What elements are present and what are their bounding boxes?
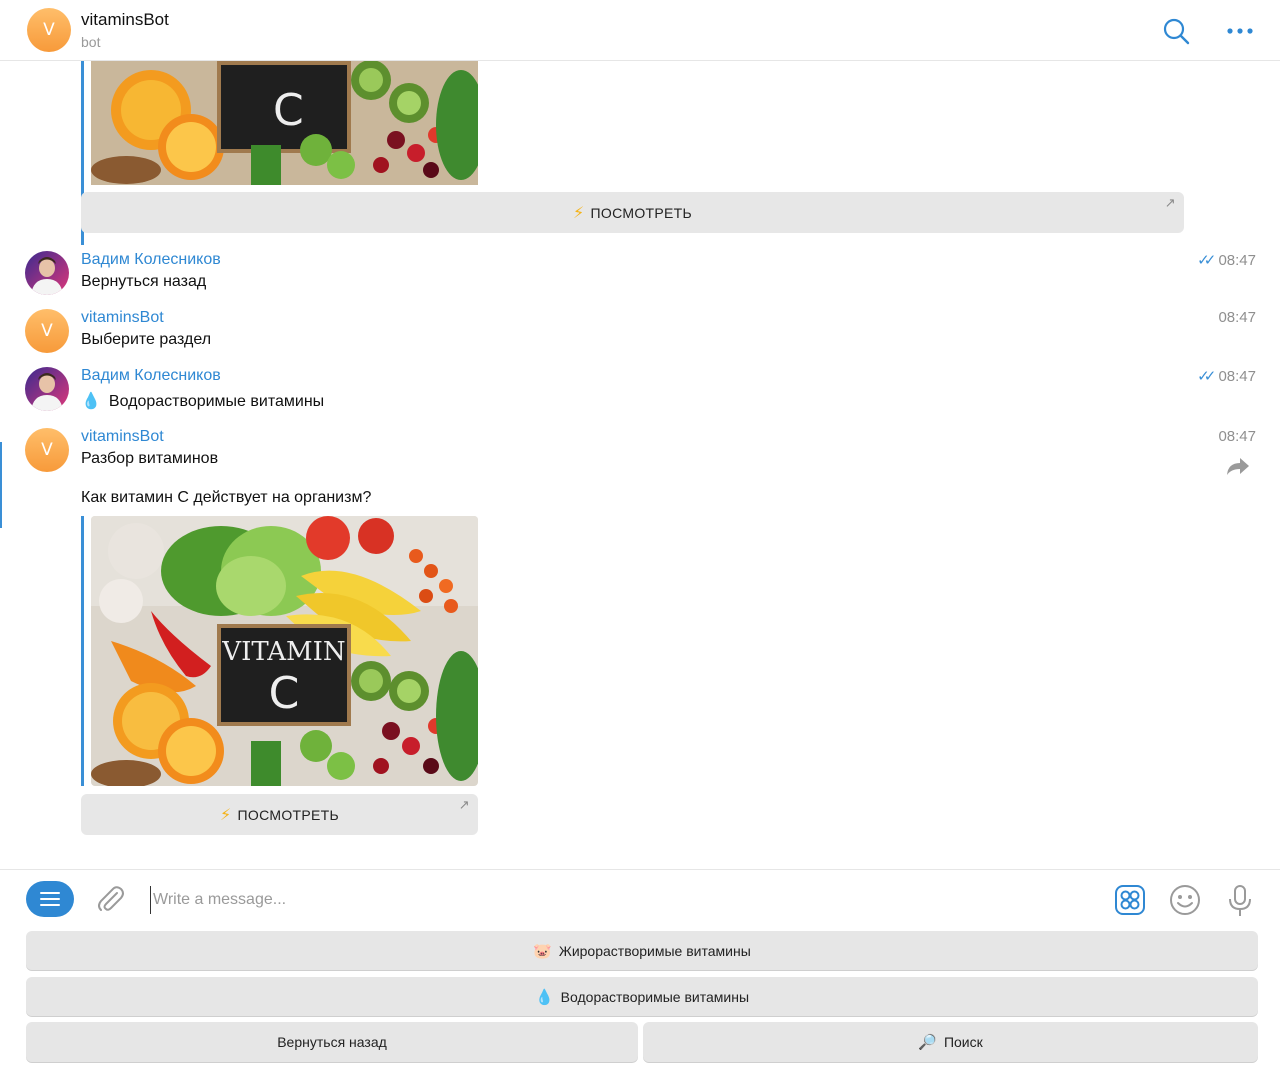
keyboard-button-label: Вернуться назад (277, 1034, 387, 1050)
emoji-icon[interactable] (1169, 884, 1201, 921)
message-time: 08:47 (1218, 428, 1256, 445)
view-button-label: ПОСМОТРЕТЬ (590, 204, 692, 221)
view-button[interactable]: ⚡ ПОСМОТРЕТЬ ↗ (81, 794, 478, 835)
message-text: Как витамин С действует на организм? (81, 489, 372, 506)
message-time: ✓✓ 08:47 (1197, 368, 1256, 385)
keyboard-button-water-soluble[interactable]: 💧 Водорастворимые витамины (26, 977, 1258, 1016)
open-link-icon: ↗ (1164, 195, 1176, 210)
message-input[interactable] (150, 886, 1050, 914)
search-icon[interactable] (1159, 14, 1193, 48)
vitamin-letter: C (269, 668, 300, 719)
sender-name[interactable]: Вадим Колесников (81, 251, 221, 269)
message-text: Разбор витаминов (81, 450, 219, 467)
vitamin-c-photo[interactable]: VITAMIN C (91, 516, 478, 786)
magnifier-icon: 🔎 (918, 1034, 937, 1051)
view-button[interactable]: ⚡ ПОСМОТРЕТЬ ↗ (81, 192, 1184, 233)
forward-icon[interactable] (1226, 456, 1250, 481)
message-time: ✓✓ 08:47 (1197, 252, 1256, 269)
scroll-marker (0, 442, 2, 528)
message-list[interactable]: C ⚡ ПОСМОТРЕТЬ ↗ Вадим Колесников Вернут… (0, 61, 1280, 869)
paperclip-icon[interactable] (95, 884, 125, 919)
svg-text:C: C (273, 85, 304, 136)
lightning-icon: ⚡ (573, 204, 585, 222)
user-avatar[interactable] (25, 251, 69, 295)
bot-avatar[interactable]: V (25, 309, 69, 353)
more-icon[interactable] (1223, 14, 1257, 48)
message-text: Вернуться назад (81, 273, 207, 290)
user-avatar[interactable] (25, 367, 69, 411)
sender-name[interactable]: vitaminsBot (81, 428, 164, 446)
chat-header: V vitaminsBot bot (0, 0, 1280, 61)
keyboard-button-back[interactable]: Вернуться назад (26, 1022, 638, 1062)
lightning-icon: ⚡ (220, 806, 232, 824)
bot-avatar[interactable]: V (25, 428, 69, 472)
keyboard-button-fat-soluble[interactable]: 🐷 Жирорастворимые витамины (26, 931, 1258, 970)
open-link-icon: ↗ (458, 797, 470, 812)
chat-subtitle: bot (81, 34, 101, 50)
message-time: 08:47 (1218, 309, 1256, 326)
sender-name[interactable]: Вадим Колесников (81, 367, 221, 385)
view-button-label: ПОСМОТРЕТЬ (237, 806, 339, 823)
bot-menu-button[interactable] (26, 881, 74, 917)
sender-name[interactable]: vitaminsBot (81, 309, 164, 327)
bot-avatar[interactable]: V (27, 8, 71, 52)
microphone-icon[interactable] (1226, 884, 1254, 923)
keyboard-button-label: Жирорастворимые витамины (558, 942, 751, 959)
vitamin-label: VITAMIN (221, 637, 345, 667)
message-text: 💧 Водорастворимые витамины (81, 393, 325, 410)
droplet-icon: 💧 (81, 393, 101, 410)
keyboard-button-search[interactable]: 🔎 Поиск (643, 1022, 1258, 1062)
read-check-icon: ✓✓ (1197, 252, 1216, 269)
sticker-icon[interactable] (1114, 884, 1146, 921)
compose-bar (0, 869, 1280, 929)
droplet-icon: 💧 (534, 988, 554, 1006)
chat-title[interactable]: vitaminsBot (81, 10, 169, 30)
read-check-icon: ✓✓ (1197, 368, 1216, 385)
keyboard-button-label: Водорастворимые витамины (560, 988, 750, 1005)
media-card[interactable]: VITAMIN C (81, 516, 478, 786)
pig-icon: 🐷 (533, 942, 552, 960)
message-text: Выберите раздел (81, 331, 212, 348)
menu-icon (40, 892, 60, 906)
keyboard-button-label: Поиск (943, 1034, 983, 1050)
